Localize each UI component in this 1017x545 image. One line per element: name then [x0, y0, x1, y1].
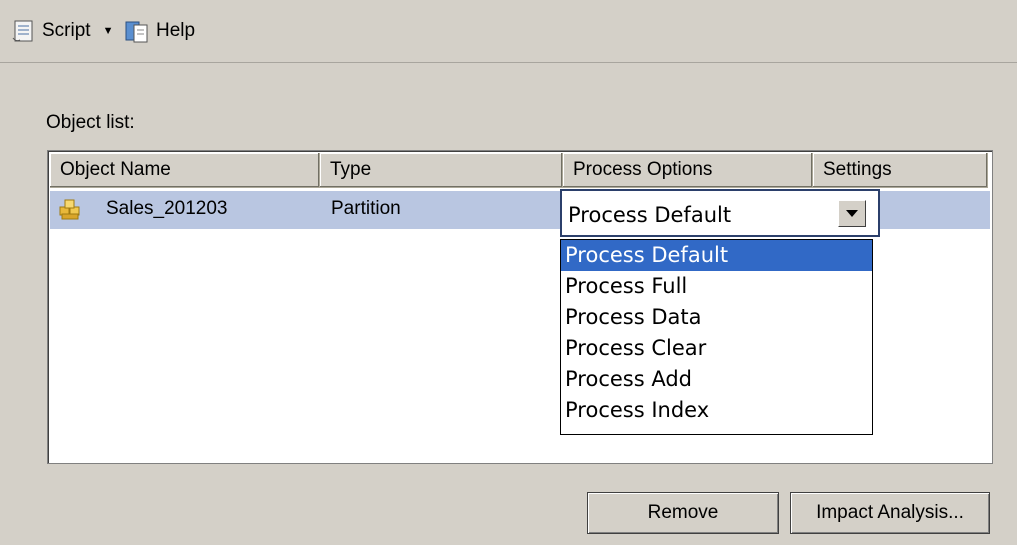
- option-process-full[interactable]: Process Full: [561, 271, 872, 302]
- option-process-index[interactable]: Process Index: [561, 395, 872, 426]
- process-options-combo[interactable]: Process Default: [560, 189, 880, 237]
- combo-dropdown-button[interactable]: [838, 200, 866, 227]
- object-list[interactable]: Object Name Type Process Options Setting…: [47, 150, 993, 464]
- toolbar: Script ▼ Help: [0, 0, 1017, 63]
- script-button[interactable]: Script ▼: [10, 16, 113, 46]
- help-label: Help: [156, 20, 196, 41]
- script-label: Script: [42, 20, 91, 41]
- column-settings[interactable]: Settings: [813, 153, 988, 188]
- option-process-default[interactable]: Process Default: [561, 240, 872, 271]
- partition-icon: [59, 199, 80, 220]
- help-icon: [125, 21, 148, 43]
- script-icon: [12, 20, 33, 42]
- type-cell: Partition: [331, 198, 401, 219]
- column-type[interactable]: Type: [320, 153, 563, 188]
- option-process-clear[interactable]: Process Clear: [561, 333, 872, 364]
- column-object-name[interactable]: Object Name: [50, 153, 320, 188]
- list-header: Object Name Type Process Options Setting…: [50, 153, 990, 190]
- option-process-add[interactable]: Process Add: [561, 364, 872, 395]
- column-process-options[interactable]: Process Options: [563, 153, 813, 188]
- option-process-data[interactable]: Process Data: [561, 302, 872, 333]
- object-list-label: Object list:: [46, 112, 135, 133]
- chevron-down-icon[interactable]: ▼: [103, 25, 114, 37]
- help-button[interactable]: Help: [124, 16, 195, 46]
- process-options-dropdown[interactable]: Process Default Process Full Process Dat…: [560, 239, 873, 435]
- impact-analysis-button[interactable]: Impact Analysis...: [790, 492, 990, 534]
- object-name-cell: Sales_201203: [106, 198, 228, 219]
- process-options-value: Process Default: [568, 203, 732, 227]
- remove-button[interactable]: Remove: [587, 492, 779, 534]
- chevron-down-icon: [846, 210, 858, 217]
